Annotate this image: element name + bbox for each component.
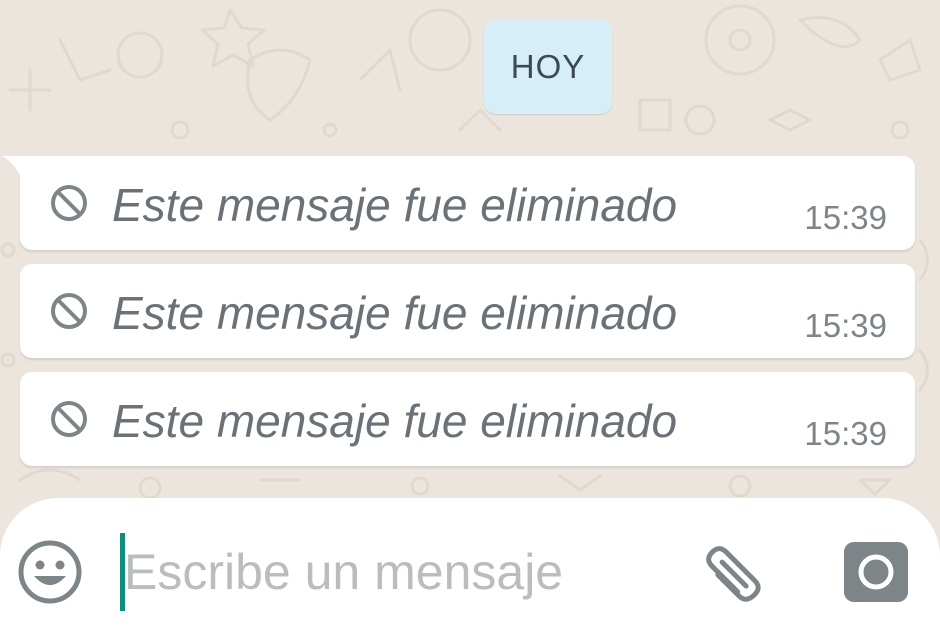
deleted-message-bubble[interactable]: Este mensaje fue eliminado 15:39	[20, 372, 915, 466]
camera-icon[interactable]	[842, 540, 910, 604]
ban-icon	[51, 185, 87, 221]
message-time: 15:39	[804, 307, 887, 344]
message-time: 15:39	[804, 415, 887, 452]
message-input[interactable]	[124, 528, 684, 616]
emoji-icon[interactable]	[16, 538, 84, 606]
message-time: 15:39	[804, 199, 887, 236]
message-text: Este mensaje fue eliminado	[112, 395, 678, 447]
deleted-message-bubble[interactable]: Este mensaje fue eliminado 15:39	[20, 264, 915, 358]
message-text: Este mensaje fue eliminado	[112, 179, 678, 231]
deleted-message-bubble[interactable]: Este mensaje fue eliminado 15:39	[2, 156, 915, 250]
paperclip-icon[interactable]	[690, 534, 774, 610]
bubble-tail	[2, 156, 22, 180]
message-text: Este mensaje fue eliminado	[112, 287, 678, 339]
ban-icon	[51, 293, 87, 329]
ban-icon	[51, 401, 87, 437]
message-composer	[0, 498, 940, 627]
date-separator: HOY	[484, 20, 612, 114]
